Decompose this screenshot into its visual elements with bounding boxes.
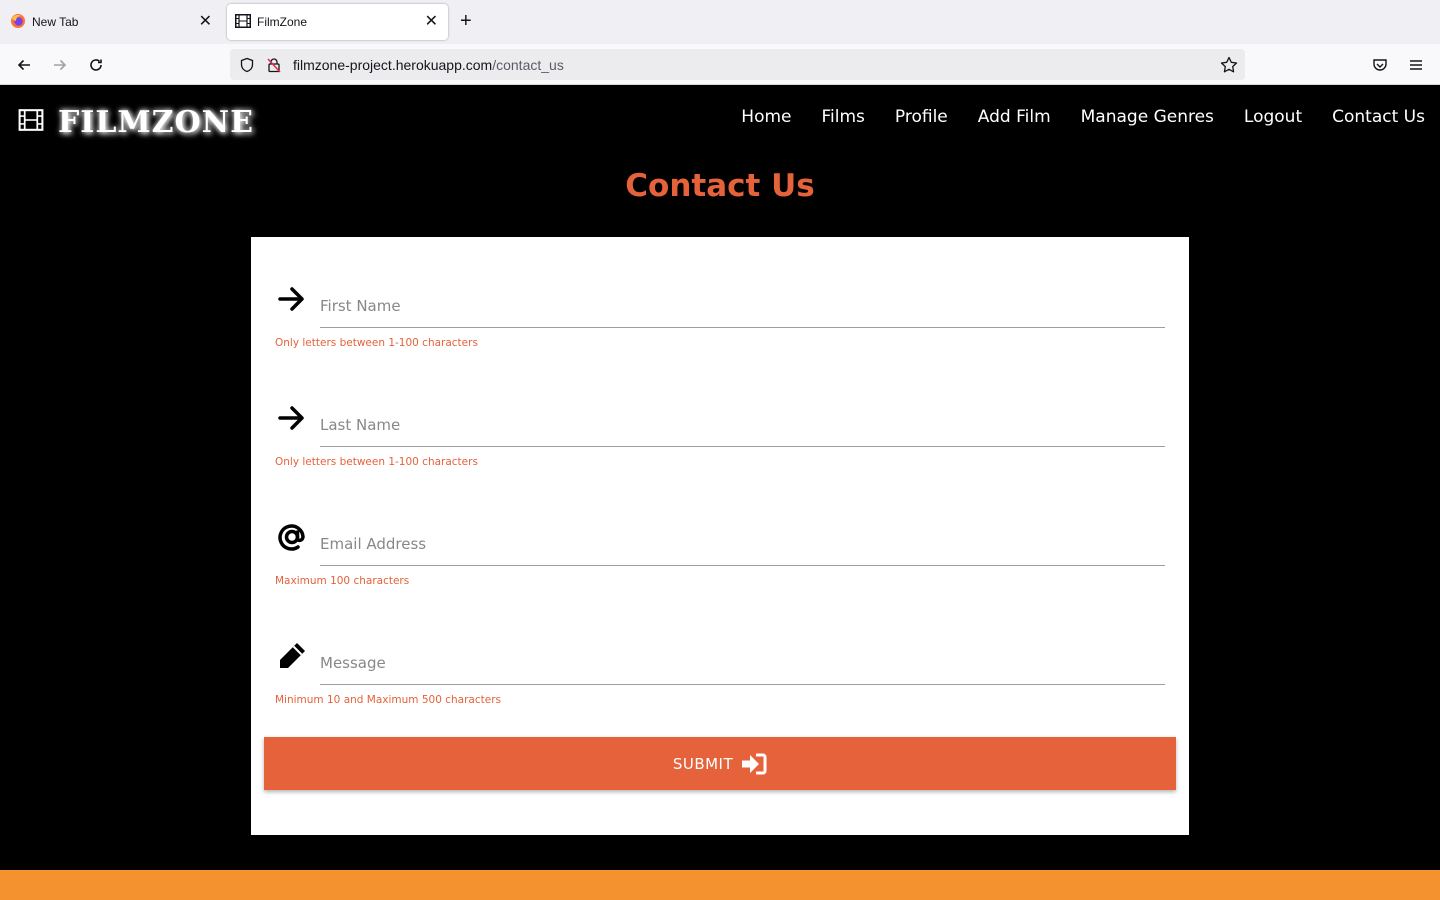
message-field-group: Minimum 10 and Maximum 500 characters	[275, 639, 1165, 739]
nav-contact-us[interactable]: Contact Us	[1332, 107, 1425, 127]
arrow-right-icon	[275, 401, 309, 435]
first-name-input[interactable]	[320, 282, 1165, 328]
reload-icon[interactable]	[85, 54, 107, 76]
close-icon[interactable]: ✕	[199, 14, 212, 30]
message-input[interactable]	[320, 639, 1165, 685]
back-arrow-icon[interactable]	[13, 54, 35, 76]
arrow-right-icon	[275, 282, 309, 316]
nav-profile[interactable]: Profile	[895, 107, 948, 127]
nav-logout[interactable]: Logout	[1244, 107, 1302, 127]
url-bar[interactable]: filmzone-project.herokuapp.com/contact_u…	[230, 49, 1245, 80]
film-icon	[18, 109, 44, 136]
last-name-helper-text: Only letters between 1-100 characters	[275, 456, 478, 468]
first-name-helper-text: Only letters between 1-100 characters	[275, 337, 478, 349]
tab-new-tab[interactable]: New Tab ✕	[0, 0, 224, 44]
tab-title: FilmZone	[257, 15, 308, 29]
submit-label: SUBMIT	[672, 754, 734, 773]
tab-title: New Tab	[32, 15, 79, 29]
brand-logo[interactable]: FILMZONE	[18, 105, 254, 140]
shield-icon[interactable]	[239, 57, 255, 78]
nav-home[interactable]: Home	[741, 107, 791, 127]
email-field-group: Maximum 100 characters	[275, 520, 1165, 620]
nav-films[interactable]: Films	[822, 107, 865, 127]
brand-name: FILMZONE	[58, 105, 254, 140]
main-nav: Home Films Profile Add Film Manage Genre…	[741, 107, 1425, 127]
nav-manage-genres[interactable]: Manage Genres	[1081, 107, 1214, 127]
close-icon[interactable]: ✕	[425, 14, 438, 30]
pencil-icon	[275, 639, 309, 673]
submit-button[interactable]: SUBMIT	[264, 737, 1176, 790]
site-header: FILMZONE Home Films Profile Add Film Man…	[0, 85, 1440, 153]
browser-tab-bar: New Tab ✕ FilmZone ✕ +	[0, 0, 1440, 44]
message-helper-text: Minimum 10 and Maximum 500 characters	[275, 694, 501, 706]
new-tab-button[interactable]: +	[460, 11, 472, 31]
last-name-field-group: Only letters between 1-100 characters	[275, 401, 1165, 501]
url-text[interactable]: filmzone-project.herokuapp.com/contact_u…	[293, 57, 564, 73]
email-helper-text: Maximum 100 characters	[275, 575, 410, 587]
bookmark-star-icon[interactable]	[1220, 56, 1238, 79]
insecure-lock-icon[interactable]	[266, 57, 282, 78]
forward-arrow-icon[interactable]	[49, 54, 71, 76]
at-sign-icon	[275, 520, 309, 554]
sign-in-icon	[741, 753, 767, 775]
hamburger-menu-icon[interactable]	[1405, 54, 1427, 76]
browser-toolbar: filmzone-project.herokuapp.com/contact_u…	[0, 44, 1440, 85]
url-path: /contact_us	[492, 57, 564, 73]
tab-filmzone[interactable]: FilmZone ✕	[227, 4, 448, 40]
page-title: Contact Us	[625, 168, 815, 204]
url-host: filmzone-project.herokuapp.com	[293, 57, 493, 73]
nav-add-film[interactable]: Add Film	[978, 107, 1051, 127]
contact-form: Only letters between 1-100 characters On…	[251, 237, 1189, 835]
film-icon	[235, 13, 251, 31]
first-name-field-group: Only letters between 1-100 characters	[275, 282, 1165, 382]
last-name-input[interactable]	[320, 401, 1165, 447]
pocket-icon[interactable]	[1369, 54, 1391, 76]
firefox-icon	[10, 13, 26, 32]
email-input[interactable]	[320, 520, 1165, 566]
footer	[0, 870, 1440, 900]
